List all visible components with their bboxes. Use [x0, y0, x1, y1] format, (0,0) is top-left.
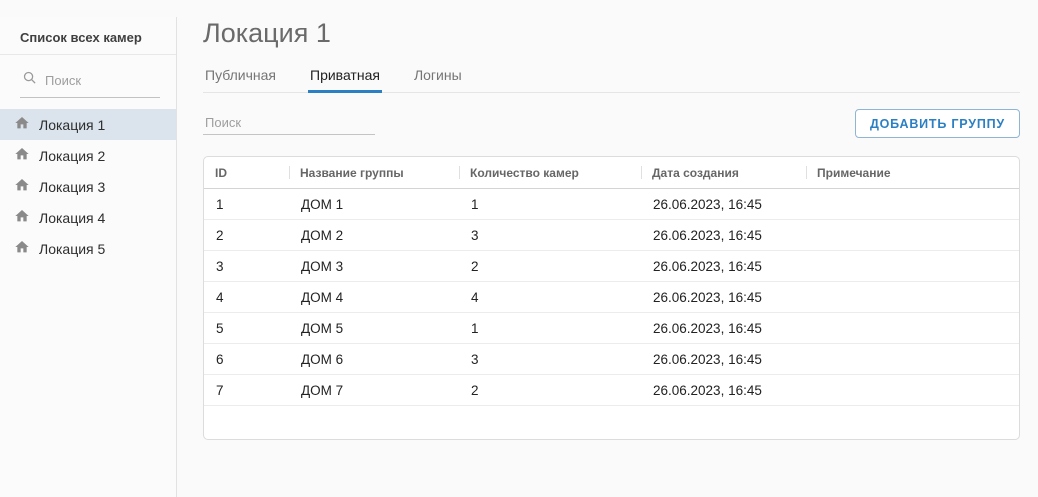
cell-created: 26.06.2023, 16:45	[641, 228, 806, 243]
tab-logins[interactable]: Логины	[412, 61, 464, 92]
sidebar-item-location-2[interactable]: Локация 2	[0, 140, 176, 171]
cell-id: 2	[204, 228, 289, 243]
cell-created: 26.06.2023, 16:45	[641, 383, 806, 398]
column-divider	[806, 166, 807, 179]
cell-cameras: 2	[459, 383, 641, 398]
location-list: Локация 1 Локация 2 Локация 3 Локация 4 Лока…	[0, 109, 176, 264]
home-icon	[14, 239, 30, 258]
sidebar-search-input[interactable]	[45, 73, 158, 88]
cell-cameras: 2	[459, 259, 641, 274]
table-row[interactable]: 7ДОМ 7226.06.2023, 16:45	[204, 375, 1019, 406]
cell-created: 26.06.2023, 16:45	[641, 321, 806, 336]
column-header: Дата создания	[641, 157, 806, 188]
cell-created: 26.06.2023, 16:45	[641, 352, 806, 367]
table-row[interactable]: 6ДОМ 6326.06.2023, 16:45	[204, 344, 1019, 375]
cell-cameras: 3	[459, 228, 641, 243]
cell-created: 26.06.2023, 16:45	[641, 290, 806, 305]
sidebar-item-label: Локация 2	[39, 148, 105, 164]
column-divider	[289, 166, 290, 179]
sidebar-item-label: Локация 5	[39, 241, 105, 257]
toolbar: ДОБАВИТЬ ГРУППУ	[203, 109, 1020, 138]
column-header: Количество камер	[459, 157, 641, 188]
add-group-button[interactable]: ДОБАВИТЬ ГРУППУ	[855, 109, 1020, 138]
table-row[interactable]: 3ДОМ 3226.06.2023, 16:45	[204, 251, 1019, 282]
cell-id: 1	[204, 197, 289, 212]
camera-sidebar: Список всех камер Локация 1Локация 2Лока…	[0, 17, 177, 497]
sidebar-item-location-1[interactable]: Локация 1	[0, 109, 176, 140]
sidebar-item-label: Локация 1	[39, 117, 105, 133]
column-header-label: ID	[215, 166, 227, 180]
cell-name: ДОМ 3	[289, 259, 459, 274]
cell-cameras: 4	[459, 290, 641, 305]
column-header-label: Количество камер	[470, 166, 579, 180]
sidebar-title: Список всех камер	[0, 17, 176, 55]
column-header: Примечание	[806, 157, 1019, 188]
tab-private[interactable]: Приватная	[308, 61, 382, 92]
cell-id: 4	[204, 290, 289, 305]
home-icon	[14, 146, 30, 165]
table-row[interactable]: 4ДОМ 4426.06.2023, 16:45	[204, 282, 1019, 313]
cell-id: 7	[204, 383, 289, 398]
cell-name: ДОМ 1	[289, 197, 459, 212]
cell-id: 6	[204, 352, 289, 367]
table-header-row: ID Название группы Количество камер Дата со…	[204, 157, 1019, 189]
tab-bar: Публичная Приватная Логины	[203, 61, 1020, 93]
search-icon	[22, 70, 37, 90]
sidebar-item-location-4[interactable]: Локация 4	[0, 202, 176, 233]
column-header-label: Примечание	[817, 166, 891, 180]
column-header-label: Название группы	[300, 166, 404, 180]
cell-name: ДОМ 6	[289, 352, 459, 367]
cell-created: 26.06.2023, 16:45	[641, 259, 806, 274]
sidebar-item-location-3[interactable]: Локация 3	[0, 171, 176, 202]
sidebar-item-label: Локация 4	[39, 210, 105, 226]
column-header: ID	[204, 157, 289, 188]
cell-created: 26.06.2023, 16:45	[641, 197, 806, 212]
home-icon	[14, 208, 30, 227]
cell-id: 5	[204, 321, 289, 336]
column-divider	[459, 166, 460, 179]
home-icon	[14, 177, 30, 196]
group-search-input[interactable]	[203, 111, 375, 135]
cell-name: ДОМ 5	[289, 321, 459, 336]
column-divider	[641, 166, 642, 179]
cell-id: 3	[204, 259, 289, 274]
sidebar-search	[20, 68, 160, 98]
home-icon	[14, 115, 30, 134]
cell-cameras: 1	[459, 321, 641, 336]
cell-name: ДОМ 2	[289, 228, 459, 243]
table-row[interactable]: 1ДОМ 1126.06.2023, 16:45	[204, 189, 1019, 220]
table-row[interactable]: 2ДОМ 2326.06.2023, 16:45	[204, 220, 1019, 251]
column-header-label: Дата создания	[652, 166, 739, 180]
table-row[interactable]: 5ДОМ 5126.06.2023, 16:45	[204, 313, 1019, 344]
groups-table: ID Название группы Количество камер Дата со…	[203, 156, 1020, 440]
table-body: 1ДОМ 1126.06.2023, 16:452ДОМ 2326.06.202…	[204, 189, 1019, 406]
cell-cameras: 3	[459, 352, 641, 367]
sidebar-item-label: Локация 3	[39, 179, 105, 195]
page-title: Локация 1	[203, 17, 1020, 49]
column-header: Название группы	[289, 157, 459, 188]
cell-name: ДОМ 4	[289, 290, 459, 305]
tab-public[interactable]: Публичная	[203, 61, 278, 92]
table-footer-empty	[204, 406, 1019, 439]
cell-name: ДОМ 7	[289, 383, 459, 398]
main-content: Локация 1 Публичная Приватная Логины ДОБАВ…	[178, 17, 1038, 440]
cell-cameras: 1	[459, 197, 641, 212]
sidebar-item-location-5[interactable]: Локация 5	[0, 233, 176, 264]
